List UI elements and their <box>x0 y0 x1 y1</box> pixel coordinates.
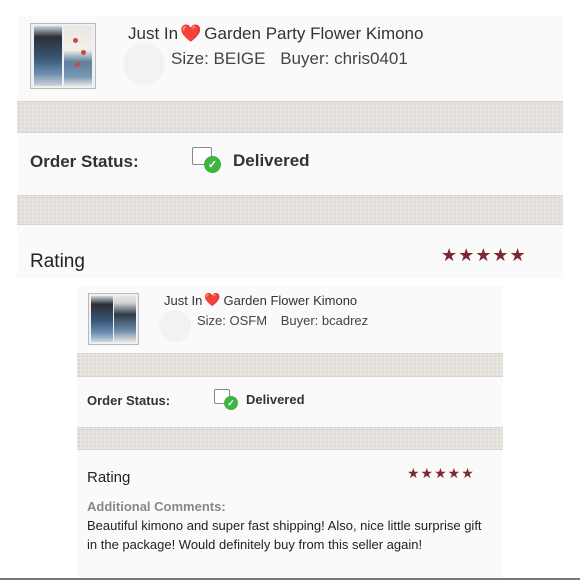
buyer-avatar[interactable] <box>123 43 165 85</box>
delivered-box-icon: ✓ <box>192 147 224 175</box>
title-text: Garden Party Flower Kimono <box>204 24 424 43</box>
divider-band <box>77 427 503 450</box>
comments-heading: Additional Comments: <box>87 499 226 514</box>
order-status-label: Order Status: <box>87 393 171 408</box>
rating-label: Rating <box>30 251 85 272</box>
divider-band <box>77 353 503 377</box>
divider-band <box>17 101 563 133</box>
heart-icon: ❤️ <box>180 24 202 43</box>
size-text: Size: OSFM <box>197 313 268 328</box>
size-text: Size: BEIGE <box>171 49 266 68</box>
star-rating: ★★★★★ <box>441 245 527 265</box>
order-card-2: Just In ❤️ Garden Flower Kimono Size: OS… <box>77 286 503 580</box>
listing-title[interactable]: Just In ❤️ Garden Flower Kimono <box>164 292 357 308</box>
buyer-text: Buyer: chris0401 <box>280 49 408 68</box>
listing-meta: Size: OSFM Buyer: bcadrez <box>197 313 368 328</box>
star-rating: ★★★★★ <box>407 465 475 481</box>
heart-icon: ❤️ <box>204 292 221 307</box>
listing-title[interactable]: Just In ❤️ Garden Party Flower Kimono <box>128 24 423 44</box>
order-status-value: Delivered <box>233 151 310 170</box>
comments-text: Beautiful kimono and super fast shipping… <box>87 518 482 552</box>
product-thumbnail[interactable] <box>88 293 139 345</box>
order-status-value: Delivered <box>246 392 305 407</box>
order-status-label: Order Status: <box>30 152 139 171</box>
buyer-text: Buyer: bcadrez <box>280 313 369 328</box>
delivered-box-icon: ✓ <box>214 389 240 411</box>
title-prefix: Just In <box>164 292 203 308</box>
title-prefix: Just In <box>128 24 179 43</box>
product-thumbnail[interactable] <box>30 23 96 89</box>
listing-meta: Size: BEIGE Buyer: chris0401 <box>171 49 408 69</box>
title-text: Garden Flower Kimono <box>223 292 358 308</box>
divider-band <box>17 195 563 225</box>
buyer-avatar[interactable] <box>159 310 191 342</box>
rating-label: Rating <box>87 469 131 486</box>
order-card-1: Just In ❤️ Garden Party Flower Kimono Si… <box>17 16 563 278</box>
